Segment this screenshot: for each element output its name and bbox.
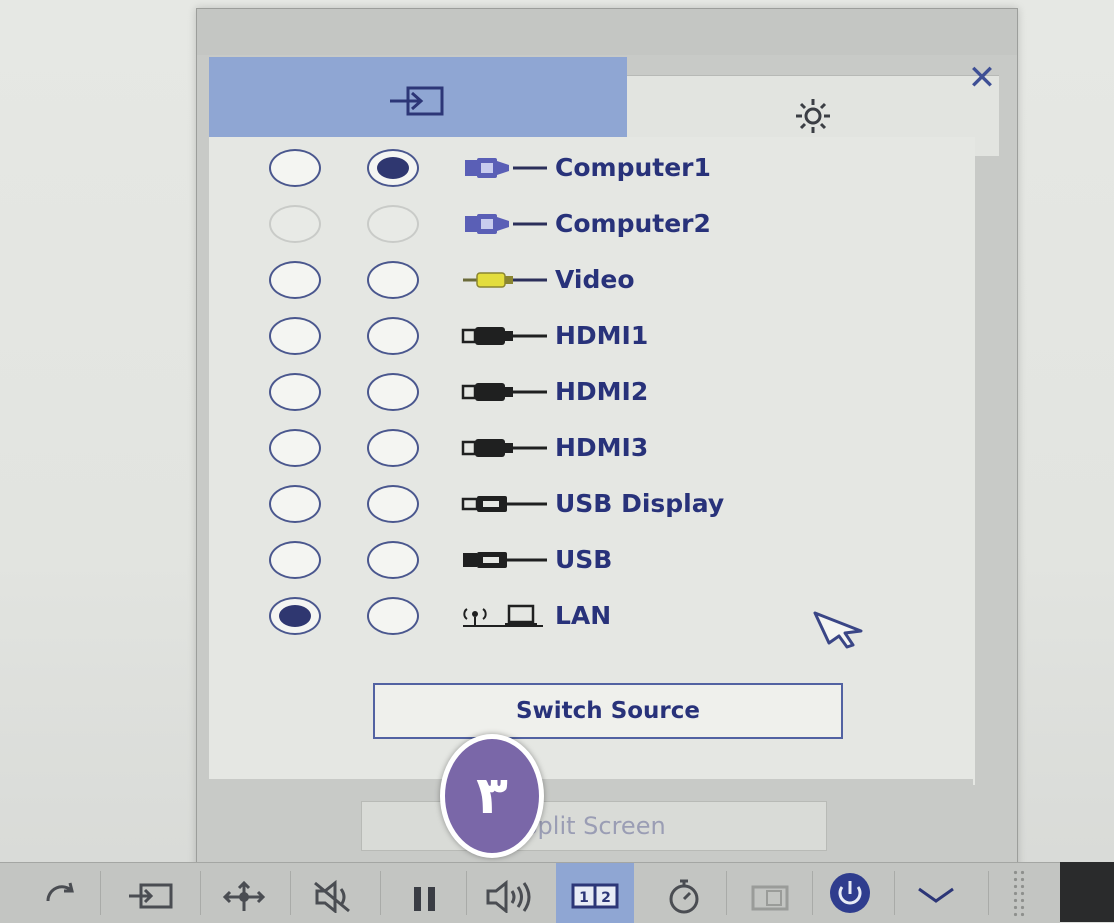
radio-right-video[interactable] bbox=[367, 261, 419, 299]
toolbar-divider bbox=[812, 871, 813, 915]
source-row-hdmi3: HDMI3 bbox=[209, 423, 975, 479]
radio-right-usb[interactable] bbox=[367, 541, 419, 579]
usb-connector-icon bbox=[463, 552, 547, 568]
source-row-usb-display: USB Display bbox=[209, 479, 975, 535]
close-icon: ✕ bbox=[967, 58, 997, 98]
source-row-hdmi1: HDMI1 bbox=[209, 311, 975, 367]
rca-connector-icon bbox=[463, 272, 547, 288]
mouse-cursor-icon bbox=[813, 611, 863, 649]
mute-button[interactable] bbox=[304, 863, 364, 923]
document-button[interactable] bbox=[740, 863, 800, 923]
timer-button[interactable] bbox=[654, 863, 714, 923]
radio-left-computer2 bbox=[269, 205, 321, 243]
radio-right-usb-display[interactable] bbox=[367, 485, 419, 523]
pause-icon bbox=[414, 887, 435, 911]
split-screen-icon: 1 2 bbox=[571, 883, 619, 909]
source-label: USB Display bbox=[555, 489, 725, 518]
hdmi-connector-icon bbox=[461, 327, 547, 345]
source-row-computer2: Computer2 bbox=[209, 199, 975, 255]
radio-right-lan[interactable] bbox=[367, 597, 419, 635]
split-screen-button[interactable]: Split Screen bbox=[361, 801, 827, 851]
toolbar-divider bbox=[726, 871, 727, 915]
source-label: HDMI3 bbox=[555, 433, 649, 462]
source-label: HDMI2 bbox=[555, 377, 649, 406]
svg-text:2: 2 bbox=[601, 890, 611, 906]
radio-right-computer2 bbox=[367, 205, 419, 243]
volume-button[interactable] bbox=[480, 863, 540, 923]
split-screen-toolbar-button[interactable]: 1 2 bbox=[556, 863, 634, 923]
hdmi-connector-icon bbox=[461, 383, 547, 401]
dialog-titlebar bbox=[197, 9, 1017, 55]
usb-connector-icon bbox=[461, 496, 547, 512]
close-button[interactable]: ✕ bbox=[965, 61, 999, 95]
input-source-icon bbox=[390, 86, 444, 116]
toolbar-grip-handle[interactable] bbox=[1012, 869, 1026, 917]
move-icon bbox=[222, 880, 266, 911]
bottom-toolbar: 1 2 bbox=[0, 862, 1060, 923]
power-icon bbox=[830, 873, 870, 913]
radio-left-video[interactable] bbox=[269, 261, 321, 299]
vga-connector-icon bbox=[465, 214, 547, 234]
hdmi-connector-icon bbox=[461, 439, 547, 457]
mute-icon bbox=[314, 879, 350, 913]
toolbar-divider bbox=[988, 871, 989, 915]
toolbar-divider bbox=[380, 871, 381, 915]
chevron-down-icon bbox=[918, 887, 954, 903]
source-label: USB bbox=[555, 545, 613, 574]
document-icon bbox=[751, 885, 789, 911]
refresh-button[interactable] bbox=[30, 863, 90, 923]
split-screen-area: Split Screen bbox=[197, 779, 973, 871]
radio-right-hdmi1[interactable] bbox=[367, 317, 419, 355]
refresh-icon bbox=[46, 882, 74, 902]
toolbar-divider bbox=[290, 871, 291, 915]
source-row-usb: USB bbox=[209, 535, 975, 591]
radio-right-hdmi3[interactable] bbox=[367, 429, 419, 467]
source-list-panel: Computer1 Computer2 Video HDMI1 HDMI2 HD… bbox=[209, 137, 975, 785]
source-label: Computer2 bbox=[555, 209, 711, 238]
timer-icon bbox=[669, 879, 699, 914]
radio-left-hdmi1[interactable] bbox=[269, 317, 321, 355]
move-button[interactable] bbox=[214, 863, 274, 923]
radio-left-hdmi2[interactable] bbox=[269, 373, 321, 411]
toolbar-divider bbox=[200, 871, 201, 915]
radio-left-usb[interactable] bbox=[269, 541, 321, 579]
input-source-dialog: ✕ Computer1 Computer2 Video HDMI1 HDMI2 … bbox=[196, 8, 1018, 872]
source-row-video: Video bbox=[209, 255, 975, 311]
radio-left-lan[interactable] bbox=[269, 597, 321, 635]
source-row-computer1: Computer1 bbox=[209, 143, 975, 199]
source-label: LAN bbox=[555, 601, 612, 630]
volume-icon bbox=[486, 879, 531, 913]
radio-left-computer1[interactable] bbox=[269, 149, 321, 187]
vga-connector-icon bbox=[465, 158, 547, 178]
input-button[interactable] bbox=[120, 863, 180, 923]
pause-button[interactable] bbox=[394, 863, 454, 923]
switch-source-button[interactable]: Switch Source bbox=[373, 683, 843, 739]
radio-left-usb-display[interactable] bbox=[269, 485, 321, 523]
input-icon bbox=[129, 883, 173, 909]
lan-network-icon bbox=[463, 604, 543, 627]
power-button[interactable] bbox=[820, 863, 880, 923]
radio-right-hdmi2[interactable] bbox=[367, 373, 419, 411]
source-label: HDMI1 bbox=[555, 321, 649, 350]
screen-edge-shadow bbox=[1060, 862, 1114, 922]
gear-icon bbox=[796, 99, 830, 133]
source-row-hdmi2: HDMI2 bbox=[209, 367, 975, 423]
toolbar-divider bbox=[100, 871, 101, 915]
step-number-badge: ٣ bbox=[440, 734, 544, 858]
svg-text:1: 1 bbox=[579, 890, 589, 906]
radio-left-hdmi3[interactable] bbox=[269, 429, 321, 467]
radio-right-computer1[interactable] bbox=[367, 149, 419, 187]
source-label: Computer1 bbox=[555, 153, 711, 182]
source-label: Video bbox=[555, 265, 635, 294]
tab-input-source[interactable] bbox=[209, 57, 627, 147]
collapse-toolbar-button[interactable] bbox=[906, 863, 966, 923]
toolbar-divider bbox=[894, 871, 895, 915]
toolbar-divider bbox=[466, 871, 467, 915]
